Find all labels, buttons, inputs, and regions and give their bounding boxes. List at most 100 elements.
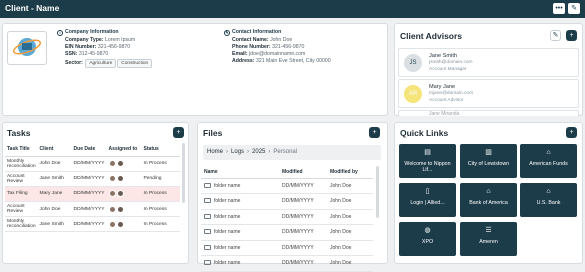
assignees [106,171,142,187]
table-row[interactable]: Account Review John Doe DD/MM/YYYY In Proce… [5,201,180,218]
column-header[interactable]: Client [37,143,72,157]
company-info-title: Company Information [65,29,119,35]
avatar [116,175,124,183]
file-modified-by: John Doe [327,178,373,194]
folder-icon [204,213,211,219]
column-header[interactable]: Name [201,166,279,179]
quick-link-tile[interactable]: ⌂ Bank of America [460,183,517,217]
add-advisor-button[interactable]: + [566,30,577,41]
file-modified: DD/MM/YYYY [279,255,327,272]
column-header[interactable]: Modified by [327,166,373,179]
task-status: In Process [141,216,180,233]
avatar [116,205,124,213]
email-value[interactable]: jdoe@domainname.com [249,51,305,57]
address-value: 321 Main Eve Street, City 00000 [255,58,331,64]
quick-link-tile[interactable]: ▤ Welcome to Nippon Lif... [399,144,456,178]
column-header[interactable]: Modified [279,166,327,179]
table-row[interactable]: Tax Filing Mary Jane DD/MM/YYYY In Process [5,186,180,203]
column-header[interactable]: Due Date [71,143,107,157]
quick-link-tile[interactable]: ▯ Login | Allied... [399,183,456,217]
sector-row: Sector: Agriculture Construction [65,59,153,68]
table-row[interactable]: Monthly reconciliation Jane Smith DD/MM/YY… [5,216,180,233]
quick-links-title: Quick Links [400,128,449,138]
ein-value: 321-456-9870 [97,44,131,50]
quick-link-tile[interactable]: ⌂ American Funds [520,144,577,178]
sector-chip: Construction [117,59,153,68]
quick-link-tile[interactable]: ☰ Ameren [460,222,517,256]
address-row: Address: 321 Main Eve Street, City 00000 [232,58,331,64]
edit-advisors-button[interactable]: ✎ [550,30,561,41]
chevron-right-icon: › [226,149,229,155]
table-row[interactable]: folder name DD/MM/YYYY John Doe [201,224,373,241]
column-header[interactable]: Assigned to [106,143,142,157]
column-header[interactable]: Task Title [5,143,38,157]
file-modified-by: John Doe [327,209,373,225]
file-modified-by: John Doe [327,224,373,241]
table-row[interactable]: folder name DD/MM/YYYY John Doe [201,255,373,272]
email-row: Email: jdoe@domainname.com [232,51,305,57]
advisor-name: Mary Jane [429,84,456,90]
column-header[interactable]: Status [141,143,180,157]
table-row[interactable]: folder name DD/MM/YYYY John Doe [201,193,373,210]
quick-link-label: Login | Allied... [410,200,445,206]
add-file-button[interactable]: + [369,127,380,138]
folder-icon [204,260,211,266]
city-icon: ▥ [485,149,492,156]
sector-chip: Agriculture [85,59,117,68]
file-name: folder name [201,224,279,241]
avatar [116,190,124,198]
advisor-card[interactable]: AR Mary Jane mjane@domain.com Account Ad… [398,79,579,108]
more-options-button[interactable]: ••• [553,3,565,14]
file-name-text: folder name [214,244,241,251]
task-title: Monthly reconciliation [5,216,38,233]
client-info-card [2,23,388,116]
file-modified-by: John Doe [327,240,373,256]
file-name: folder name [201,193,279,210]
file-modified-by: John Doe [327,193,373,210]
quick-link-tile[interactable]: ▥ City of Lewistown [460,144,517,178]
file-modified-by: John Doe [327,255,373,272]
book-icon: ▤ [424,149,431,156]
title-bar: Client - Name ••• ✎ [0,0,585,18]
tasks-scrollbar[interactable] [182,143,185,203]
file-name-text: folder name [214,182,241,189]
avatar [116,220,124,228]
quick-link-label: American Funds [529,161,568,167]
task-due: DD/MM/YYYY [71,216,107,233]
avatar [108,220,116,228]
avatar [116,160,124,168]
advisor-card[interactable]: JS Jane Smith jsmith@domain.com Account … [398,48,579,77]
add-quick-link-button[interactable]: + [566,127,577,138]
table-row[interactable]: Monthly reconciliation John Doe DD/MM/YYYY… [5,156,180,172]
edit-icon[interactable]: ✎ [568,3,580,14]
sector-label: Sector: [65,60,83,66]
quick-link-tile[interactable]: ◍ XPO [399,222,456,256]
breadcrumb-logs[interactable]: Logs [231,149,244,155]
task-title: Tax Filing [5,186,38,203]
table-row[interactable]: folder name DD/MM/YYYY John Doe [201,240,373,256]
task-status: In Process [141,201,180,218]
advisor-card[interactable]: Jane Miranda [398,110,579,117]
quick-link-label: Bank of America [469,200,508,206]
quick-link-tile[interactable]: ⌂ U.S. Bank [520,183,577,217]
file-name-text: folder name [214,198,241,205]
add-task-button[interactable]: + [173,127,184,138]
file-name: folder name [201,209,279,225]
table-row[interactable]: folder name DD/MM/YYYY John Doe [201,178,373,194]
table-row[interactable]: folder name DD/MM/YYYY John Doe [201,209,373,225]
breadcrumb-home[interactable]: Home [207,149,223,155]
assignees [106,186,142,203]
files-scrollbar[interactable] [376,166,379,218]
file-modified: DD/MM/YYYY [279,224,327,241]
assignees [106,216,142,233]
advisor-name: Jane Miranda [429,111,460,117]
quick-link-label: XPO [421,239,434,245]
avatar: AR [404,85,422,103]
file-name: folder name [201,178,279,194]
company-logo [7,31,47,65]
breadcrumb-year[interactable]: 2025 [252,149,265,155]
company-info-header: i Company Information [57,29,119,36]
table-row[interactable]: Account Review Jane Smith DD/MM/YYYY Pendin… [5,171,180,187]
quick-link-label: City of Lewistown [467,161,510,167]
avatar [108,175,116,183]
